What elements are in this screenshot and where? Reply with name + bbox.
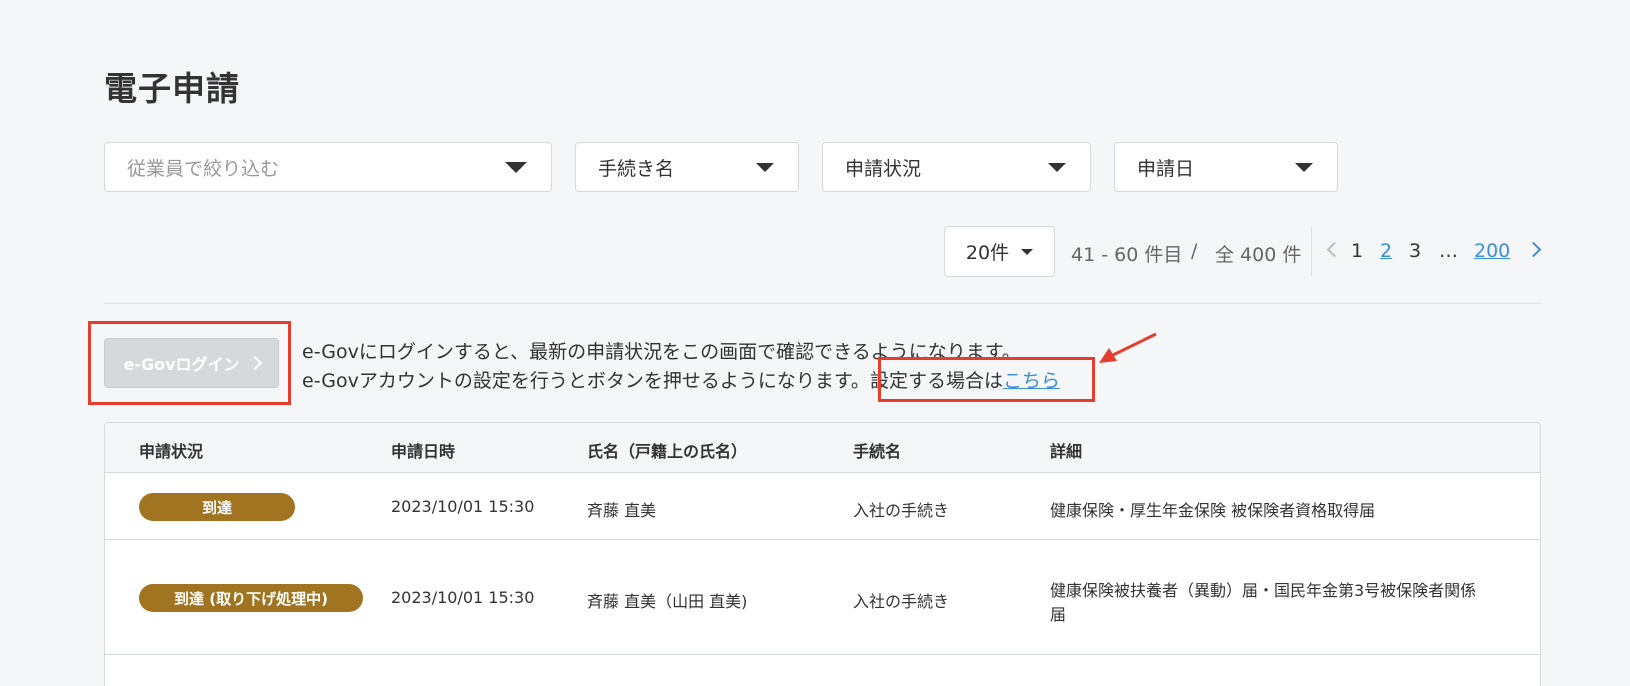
page-size-label: 20件	[965, 242, 1010, 264]
table-row[interactable]: 到達 (取り下げ処理中) 2023/10/01 15:30 斉藤 直美（山田 直…	[105, 540, 1540, 655]
egov-info-line2-prefix: e-Govアカウントの設定を行うとボタンを押せるようになります。	[302, 370, 870, 392]
page-1[interactable]: 1	[1351, 240, 1363, 262]
header-detail: 詳細	[1050, 442, 1083, 461]
employee-filter-placeholder: 従業員で絞り込む	[127, 157, 280, 180]
caret-down-icon	[1295, 162, 1313, 172]
header-datetime: 申請日時	[391, 442, 456, 461]
status-filter-select[interactable]: 申請状況	[822, 142, 1091, 192]
status-badge: 到達	[139, 493, 295, 521]
row-detail-line2: 届	[1050, 605, 1067, 624]
status-badge: 到達 (取り下げ処理中)	[139, 584, 363, 612]
caret-down-icon	[505, 161, 527, 173]
row-name: 斉藤 直美	[587, 501, 657, 520]
range-separator: /	[1191, 240, 1198, 262]
range-text: 41 - 60 件目	[1071, 244, 1183, 266]
annotation-arrow-icon	[1099, 332, 1157, 363]
page-200[interactable]: 200	[1474, 240, 1510, 262]
table-header: 申請状況 申請日時 氏名（戸籍上の氏名） 手続名 詳細	[105, 423, 1540, 473]
caret-down-icon	[756, 162, 774, 172]
annotation-highlight-link	[878, 357, 1095, 402]
header-name: 氏名（戸籍上の氏名）	[587, 442, 748, 461]
divider	[104, 303, 1541, 304]
pager-divider	[1311, 226, 1312, 276]
total-count: 全 400 件	[1215, 244, 1302, 266]
row-datetime: 2023/10/01 15:30	[391, 497, 535, 516]
chevron-right-icon	[247, 355, 262, 371]
procedure-filter-select[interactable]: 手続き名	[575, 142, 799, 192]
employee-filter-select[interactable]: 従業員で絞り込む	[104, 142, 552, 192]
caret-down-icon	[1048, 162, 1066, 172]
row-datetime: 2023/10/01 15:30	[391, 588, 535, 607]
egov-login-label: e-Govログイン	[123, 355, 240, 374]
page-3[interactable]: 3	[1409, 240, 1421, 262]
header-procedure: 手続名	[853, 442, 902, 461]
row-name: 斉藤 直美（山田 直美)	[587, 592, 748, 611]
date-filter-select[interactable]: 申請日	[1114, 142, 1338, 192]
applications-table: 申請状況 申請日時 氏名（戸籍上の氏名） 手続名 詳細 到達 2023/10/0…	[104, 422, 1541, 686]
procedure-filter-label: 手続き名	[598, 157, 675, 180]
page-2[interactable]: 2	[1380, 240, 1392, 262]
header-status: 申請状況	[139, 442, 204, 461]
page-title: 電子申請	[104, 69, 240, 108]
row-procedure: 入社の手続き	[853, 501, 950, 520]
status-filter-label: 申請状況	[845, 157, 922, 180]
page-size-select[interactable]: 20件	[944, 226, 1055, 277]
next-page-icon[interactable]	[1525, 241, 1542, 258]
row-detail: 健康保険・厚生年金保険 被保険者資格取得届	[1050, 501, 1376, 520]
page-ellipsis: …	[1439, 240, 1458, 262]
egov-login-button[interactable]: e-Govログイン	[104, 338, 279, 388]
prev-page-icon[interactable]	[1326, 241, 1343, 258]
date-filter-label: 申請日	[1137, 157, 1195, 180]
caret-down-icon	[1021, 248, 1034, 255]
row-procedure: 入社の手続き	[853, 592, 950, 611]
table-row[interactable]: 到達 2023/10/01 15:30 斉藤 直美 入社の手続き 健康保険・厚生…	[105, 473, 1540, 540]
row-detail-line1: 健康保険被扶養者（異動）届・国民年金第3号被保険者関係	[1050, 581, 1477, 600]
